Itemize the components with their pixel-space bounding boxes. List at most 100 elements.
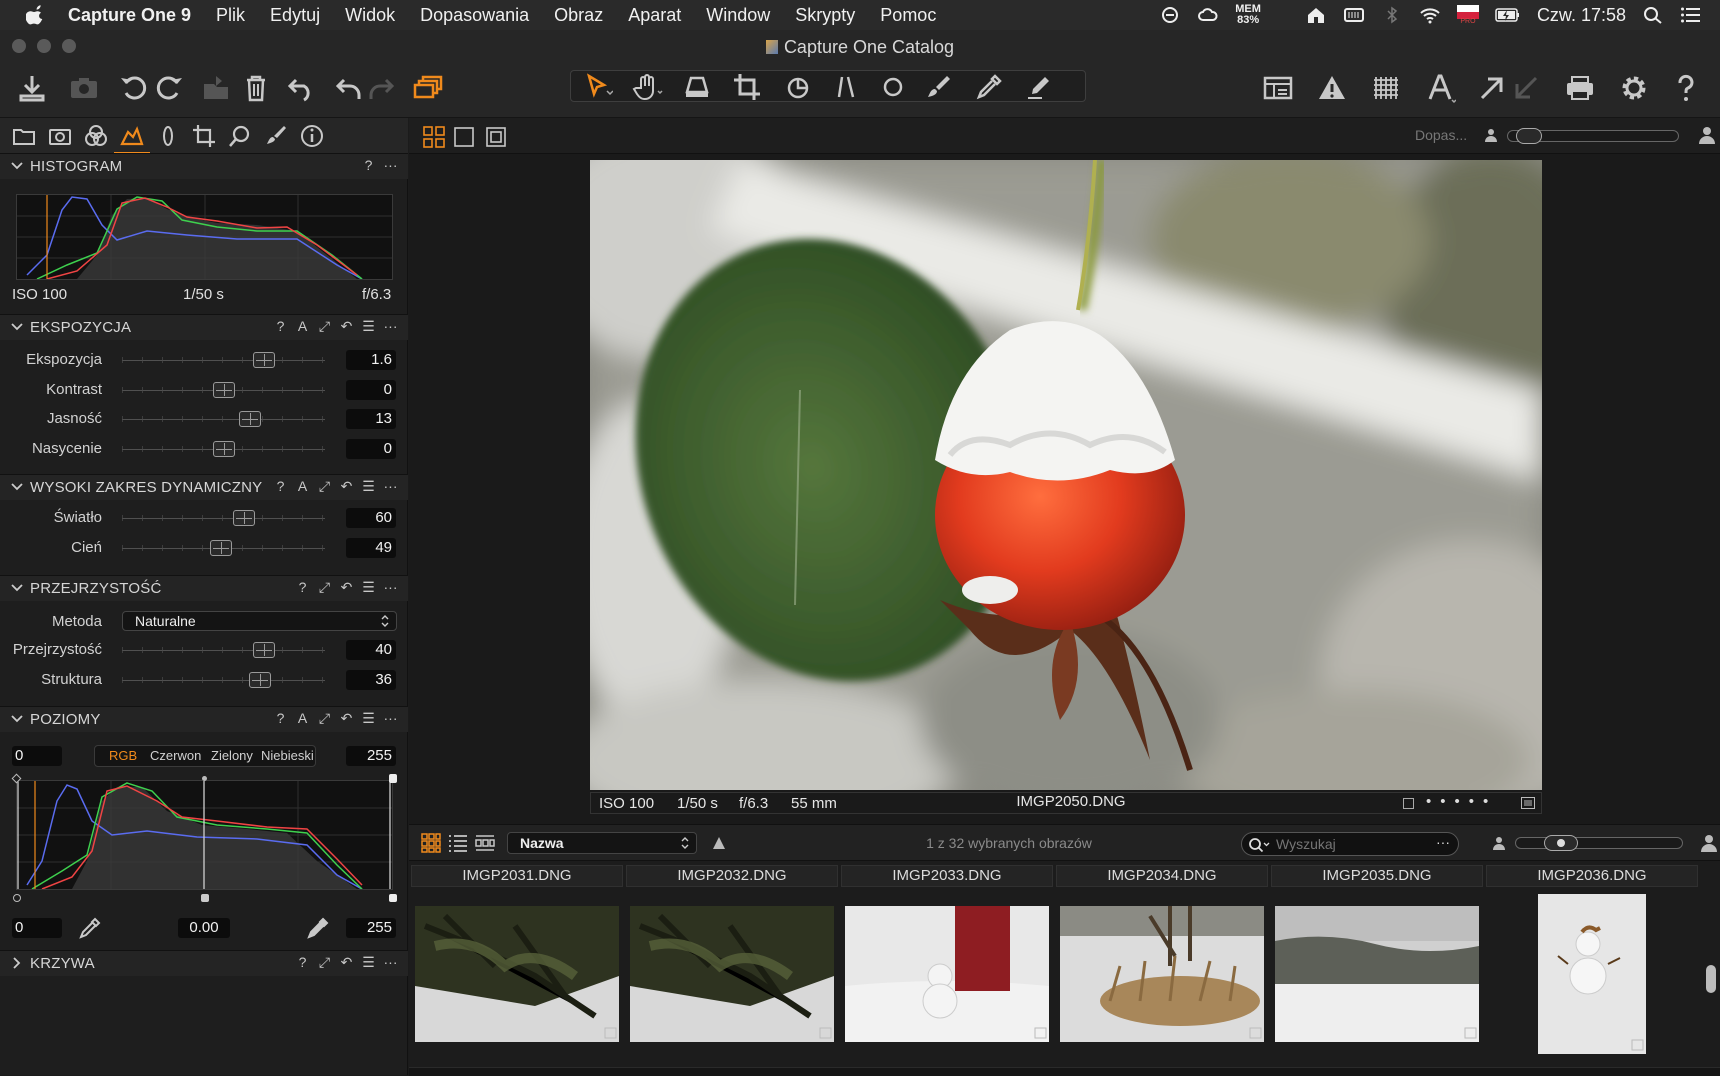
levels-handle-high-bottom[interactable] — [389, 894, 397, 902]
browser-scrollbar-thumb[interactable] — [1706, 965, 1716, 993]
slider-value[interactable]: 0 — [346, 379, 396, 400]
menu-skrypty[interactable]: Skrypty — [795, 5, 855, 26]
auto-icon[interactable]: A — [295, 318, 310, 335]
presets-icon[interactable]: ☰ — [361, 954, 376, 971]
thumbnail-image[interactable] — [630, 906, 834, 1042]
thumbnail-grid-icon[interactable] — [421, 833, 441, 853]
menu-obraz[interactable]: Obraz — [554, 5, 603, 26]
menu-widok[interactable]: Widok — [345, 5, 395, 26]
thumbnail-image[interactable] — [1538, 894, 1646, 1054]
slider-track[interactable] — [122, 416, 325, 422]
slider-knob[interactable] — [212, 440, 235, 457]
levels-handle-mid-bottom[interactable] — [201, 894, 209, 902]
sync-icon[interactable] — [1159, 6, 1181, 24]
multi-view-icon[interactable] — [423, 126, 445, 148]
filmstrip-icon[interactable] — [475, 833, 495, 853]
sort-direction-icon[interactable] — [711, 835, 727, 851]
bluetooth-icon[interactable] — [1381, 6, 1403, 24]
thumbnail-image[interactable] — [1060, 906, 1264, 1042]
copy-apply-icon[interactable]: ⤢ — [317, 579, 332, 596]
histogram-section-header[interactable]: HISTOGRAM ? ··· — [0, 153, 408, 179]
help-icon[interactable]: ? — [273, 318, 288, 335]
slider-knob[interactable] — [232, 510, 255, 526]
star-rating-dots[interactable]: ••••• — [1426, 793, 1497, 810]
preferences-button[interactable] — [1618, 72, 1650, 104]
levels-handle-high-top[interactable] — [389, 774, 397, 783]
reset-icon[interactable]: ↶ — [339, 318, 354, 335]
input-source-flag[interactable]: PRO — [1456, 4, 1479, 26]
brush-tool[interactable] — [923, 71, 955, 103]
wifi-icon[interactable] — [1419, 6, 1441, 24]
help-button[interactable] — [1670, 72, 1702, 104]
capture-button[interactable] — [68, 72, 100, 104]
more-icon[interactable]: ··· — [383, 478, 398, 495]
presets-icon[interactable]: ☰ — [361, 710, 376, 727]
crop-tool[interactable] — [731, 71, 763, 103]
undo-button[interactable] — [333, 72, 365, 104]
keystone-tool[interactable] — [833, 71, 865, 103]
copy-apply-icon[interactable]: ⤢ — [317, 710, 332, 727]
spot-removal-tool[interactable] — [877, 71, 909, 103]
tab-metadata[interactable] — [298, 122, 326, 150]
menu-pomoc[interactable]: Pomoc — [880, 5, 936, 26]
chevron-down-icon[interactable] — [10, 159, 24, 173]
chevron-down-icon[interactable] — [10, 712, 24, 726]
delete-button[interactable] — [240, 72, 272, 104]
rotate-tool[interactable] — [783, 71, 815, 103]
more-icon[interactable]: ··· — [383, 318, 398, 335]
color-picker-tool[interactable] — [973, 71, 1005, 103]
menu-edytuj[interactable]: Edytuj — [270, 5, 320, 26]
tab-details[interactable] — [226, 122, 254, 150]
reset-icon[interactable]: ↶ — [339, 579, 354, 596]
print-button[interactable] — [1564, 72, 1596, 104]
slider-track[interactable] — [122, 515, 325, 521]
curve-section-header[interactable]: KRZYWA ? ⤢ ↶ ☰ ··· — [0, 950, 408, 976]
list-view-icon[interactable] — [448, 833, 468, 853]
thumbnail-image[interactable] — [1275, 906, 1479, 1042]
levels-handle-low-bottom[interactable] — [13, 894, 21, 902]
tab-color[interactable] — [82, 122, 110, 150]
import-button[interactable] — [16, 72, 48, 104]
tab-library[interactable] — [10, 122, 38, 150]
memory-card-icon[interactable] — [1343, 6, 1365, 24]
eyedropper-highlight-icon[interactable] — [306, 916, 330, 940]
slider-knob[interactable] — [238, 411, 261, 427]
levels-output-low[interactable]: 0 — [12, 918, 62, 938]
hdr-section-header[interactable]: WYSOKI ZAKRES DYNAMICZNY ? A ⤢ ↶ ☰ ··· — [0, 474, 408, 500]
slider-value[interactable]: 1.6 — [346, 350, 396, 370]
slider-track[interactable] — [122, 647, 325, 653]
slider-knob[interactable] — [212, 381, 235, 398]
help-icon[interactable]: ? — [295, 954, 310, 971]
adjustments-badge-icon[interactable] — [1521, 797, 1535, 809]
help-icon[interactable]: ? — [361, 157, 376, 173]
thumbnail-image[interactable] — [415, 906, 619, 1042]
presets-icon[interactable]: ☰ — [361, 478, 376, 495]
chevron-down-icon[interactable] — [10, 581, 24, 595]
chevron-down-icon[interactable] — [10, 480, 24, 494]
apple-icon[interactable] — [26, 5, 46, 25]
levels-handle-mid-top[interactable] — [202, 776, 207, 781]
eyedropper-shadow-icon[interactable] — [78, 916, 102, 940]
main-photo[interactable] — [590, 160, 1542, 790]
search-field[interactable]: ··· — [1241, 832, 1459, 856]
chevron-down-icon[interactable] — [10, 320, 24, 334]
thumbnail-size-knob[interactable] — [1544, 835, 1578, 851]
rotate-left-button[interactable] — [118, 72, 150, 104]
thumbnail-image[interactable] — [845, 906, 1049, 1042]
grid-overlay-button[interactable] — [1370, 72, 1402, 104]
reset-adjustments-button[interactable] — [286, 72, 318, 104]
rotate-right-button[interactable] — [153, 72, 185, 104]
menu-dopasowania[interactable]: Dopasowania — [420, 5, 529, 26]
menu-window[interactable]: Window — [706, 5, 770, 26]
clock[interactable]: Czw. 17:58 — [1537, 5, 1626, 26]
zoom-slider-knob[interactable] — [1516, 128, 1542, 144]
copy-adjustments-button[interactable] — [1476, 72, 1508, 104]
redo-button[interactable] — [365, 72, 397, 104]
move-to-folder-button[interactable] — [200, 72, 232, 104]
slider-value[interactable]: 49 — [346, 537, 396, 558]
more-icon[interactable]: ··· — [383, 954, 398, 971]
spotlight-search-icon[interactable] — [1642, 6, 1664, 24]
proof-margin-icon[interactable] — [485, 126, 507, 148]
slider-knob[interactable] — [253, 352, 276, 368]
reset-icon[interactable]: ↶ — [339, 954, 354, 971]
